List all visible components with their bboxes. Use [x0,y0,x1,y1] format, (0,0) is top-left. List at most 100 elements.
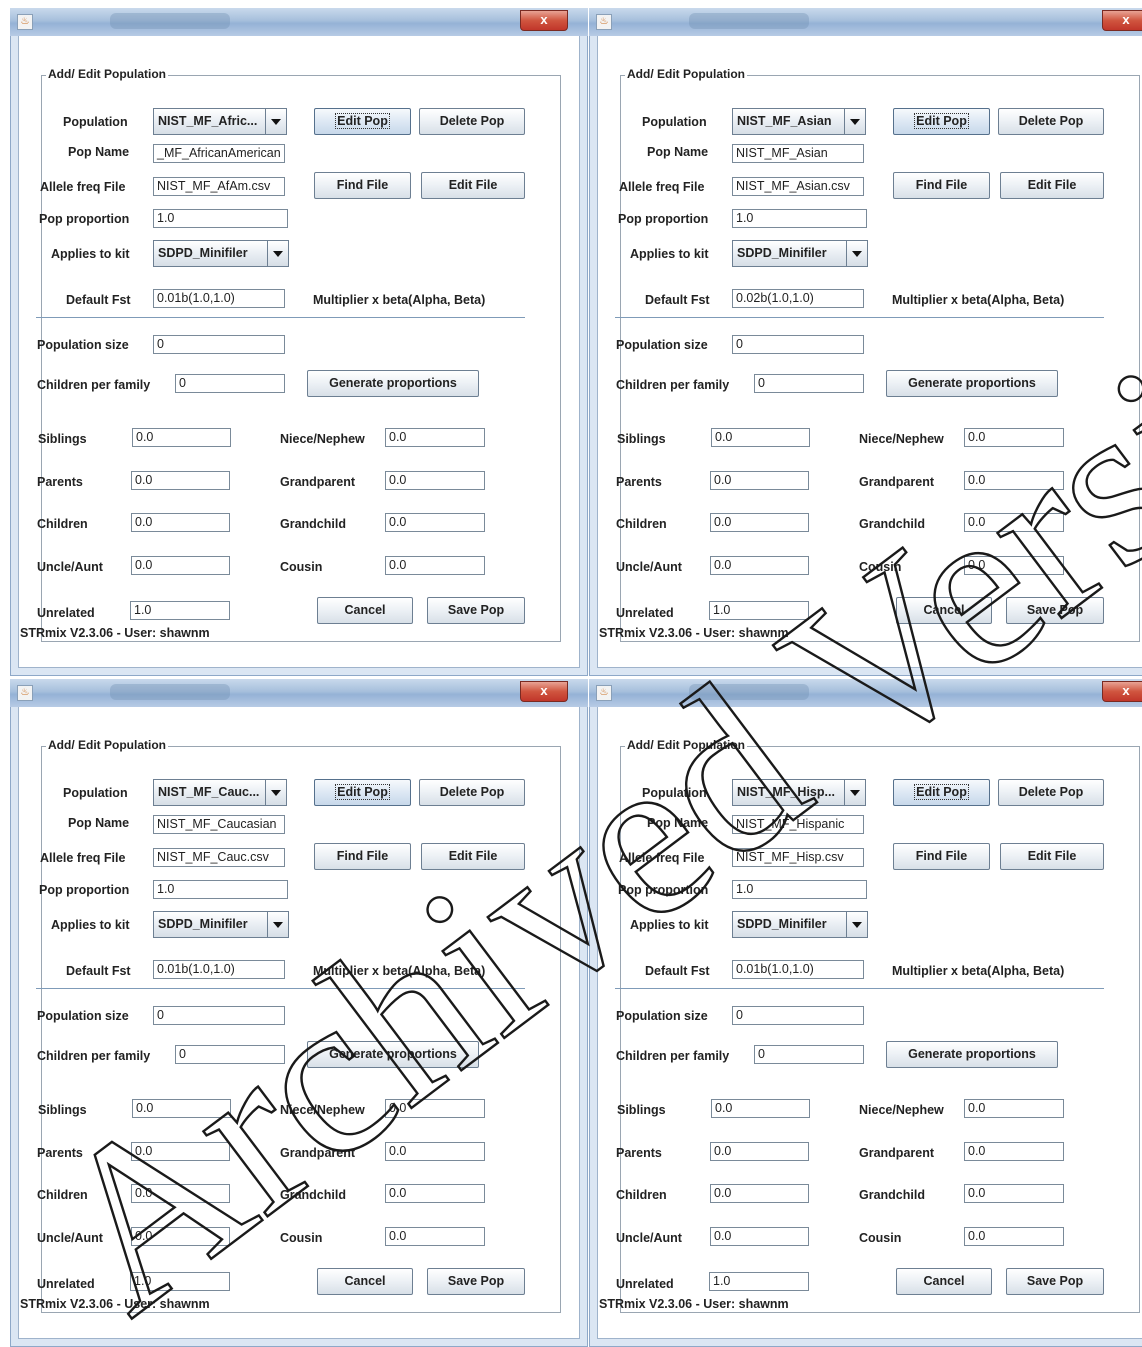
pop-proportion-field[interactable]: 1.0 [153,880,288,899]
delete-pop-button[interactable]: Delete Pop [419,779,525,806]
uncle-aunt-field[interactable]: 0.0 [710,556,809,575]
generate-proportions-button[interactable]: Generate proportions [886,1041,1058,1068]
unrelated-field[interactable]: 1.0 [130,601,230,620]
save-pop-button[interactable]: Save Pop [1006,597,1104,624]
allele-freq-file-field[interactable]: NIST_MF_Cauc.csv [153,848,285,867]
edit-pop-button[interactable]: Edit Pop [314,108,411,135]
grandparent-field[interactable]: 0.0 [385,471,485,490]
kit-select[interactable]: SDPD_Minifiler [153,911,289,938]
niece-nephew-field[interactable]: 0.0 [964,428,1064,447]
population-select[interactable]: NIST_MF_Hisp... [732,779,866,806]
cousin-field[interactable]: 0.0 [964,556,1064,575]
kit-select[interactable]: SDPD_Minifiler [732,911,868,938]
default-fst-field[interactable]: 0.02b(1.0,1.0) [732,289,864,308]
kit-select[interactable]: SDPD_Minifiler [153,240,289,267]
close-button[interactable]: x [520,681,568,702]
generate-proportions-button[interactable]: Generate proportions [307,370,479,397]
generate-proportions-button[interactable]: Generate proportions [307,1041,479,1068]
cousin-field[interactable]: 0.0 [385,1227,485,1246]
chevron-down-icon[interactable] [846,241,867,266]
uncle-aunt-field[interactable]: 0.0 [131,1227,230,1246]
generate-proportions-button[interactable]: Generate proportions [886,370,1058,397]
find-file-button[interactable]: Find File [893,172,990,199]
children-field[interactable]: 0.0 [710,513,809,532]
pop-name-field[interactable]: NIST_MF_Caucasian [153,815,285,834]
population-select[interactable]: NIST_MF_Afric... [153,108,287,135]
save-pop-button[interactable]: Save Pop [427,1268,525,1295]
grandchild-field[interactable]: 0.0 [964,513,1064,532]
find-file-button[interactable]: Find File [893,843,990,870]
pop-name-field[interactable]: NIST_MF_Asian [732,144,864,163]
siblings-field[interactable]: 0.0 [132,428,231,447]
find-file-button[interactable]: Find File [314,172,411,199]
allele-freq-file-field[interactable]: NIST_MF_Asian.csv [732,177,864,196]
title-bar[interactable]: ♨ x [589,8,1142,37]
population-select[interactable]: NIST_MF_Cauc... [153,779,287,806]
pop-proportion-field[interactable]: 1.0 [732,209,867,228]
cousin-field[interactable]: 0.0 [385,556,485,575]
edit-file-button[interactable]: Edit File [421,172,525,199]
siblings-field[interactable]: 0.0 [132,1099,231,1118]
niece-nephew-field[interactable]: 0.0 [964,1099,1064,1118]
allele-freq-file-field[interactable]: NIST_MF_Hisp.csv [732,848,864,867]
parents-field[interactable]: 0.0 [710,471,809,490]
parents-field[interactable]: 0.0 [131,471,230,490]
default-fst-field[interactable]: 0.01b(1.0,1.0) [732,960,864,979]
chevron-down-icon[interactable] [265,109,286,134]
children-field[interactable]: 0.0 [710,1184,809,1203]
kit-select[interactable]: SDPD_Minifiler [732,240,868,267]
siblings-field[interactable]: 0.0 [711,428,810,447]
close-button[interactable]: x [1102,10,1142,31]
delete-pop-button[interactable]: Delete Pop [998,779,1104,806]
children-per-family-field[interactable]: 0 [754,374,864,393]
delete-pop-button[interactable]: Delete Pop [998,108,1104,135]
grandchild-field[interactable]: 0.0 [385,1184,485,1203]
unrelated-field[interactable]: 1.0 [130,1272,230,1291]
chevron-down-icon[interactable] [846,912,867,937]
unrelated-field[interactable]: 1.0 [709,601,809,620]
edit-pop-button[interactable]: Edit Pop [893,779,990,806]
cancel-button[interactable]: Cancel [896,1268,992,1295]
chevron-down-icon[interactable] [265,780,286,805]
title-bar[interactable]: ♨ x [589,679,1142,708]
unrelated-field[interactable]: 1.0 [709,1272,809,1291]
pop-proportion-field[interactable]: 1.0 [153,209,288,228]
grandparent-field[interactable]: 0.0 [964,1142,1064,1161]
niece-nephew-field[interactable]: 0.0 [385,428,485,447]
pop-proportion-field[interactable]: 1.0 [732,880,867,899]
parents-field[interactable]: 0.0 [131,1142,230,1161]
delete-pop-button[interactable]: Delete Pop [419,108,525,135]
edit-file-button[interactable]: Edit File [1000,843,1104,870]
cancel-button[interactable]: Cancel [317,597,413,624]
population-size-field[interactable]: 0 [732,335,864,354]
edit-pop-button[interactable]: Edit Pop [314,779,411,806]
uncle-aunt-field[interactable]: 0.0 [131,556,230,575]
chevron-down-icon[interactable] [844,780,865,805]
grandchild-field[interactable]: 0.0 [964,1184,1064,1203]
edit-file-button[interactable]: Edit File [1000,172,1104,199]
title-bar[interactable]: ♨ x [10,679,588,708]
default-fst-field[interactable]: 0.01b(1.0,1.0) [153,289,285,308]
chevron-down-icon[interactable] [844,109,865,134]
population-select[interactable]: NIST_MF_Asian [732,108,866,135]
grandparent-field[interactable]: 0.0 [964,471,1064,490]
edit-pop-button[interactable]: Edit Pop [893,108,990,135]
default-fst-field[interactable]: 0.01b(1.0,1.0) [153,960,285,979]
children-per-family-field[interactable]: 0 [175,1045,285,1064]
children-per-family-field[interactable]: 0 [754,1045,864,1064]
uncle-aunt-field[interactable]: 0.0 [710,1227,809,1246]
find-file-button[interactable]: Find File [314,843,411,870]
cancel-button[interactable]: Cancel [317,1268,413,1295]
pop-name-field[interactable]: _MF_AfricanAmerican [153,144,285,163]
title-bar[interactable]: ♨ x [10,8,588,37]
siblings-field[interactable]: 0.0 [711,1099,810,1118]
close-button[interactable]: x [520,10,568,31]
parents-field[interactable]: 0.0 [710,1142,809,1161]
cousin-field[interactable]: 0.0 [964,1227,1064,1246]
close-button[interactable]: x [1102,681,1142,702]
grandparent-field[interactable]: 0.0 [385,1142,485,1161]
edit-file-button[interactable]: Edit File [421,843,525,870]
pop-name-field[interactable]: NIST_MF_Hispanic [732,815,864,834]
chevron-down-icon[interactable] [267,241,288,266]
population-size-field[interactable]: 0 [153,335,285,354]
